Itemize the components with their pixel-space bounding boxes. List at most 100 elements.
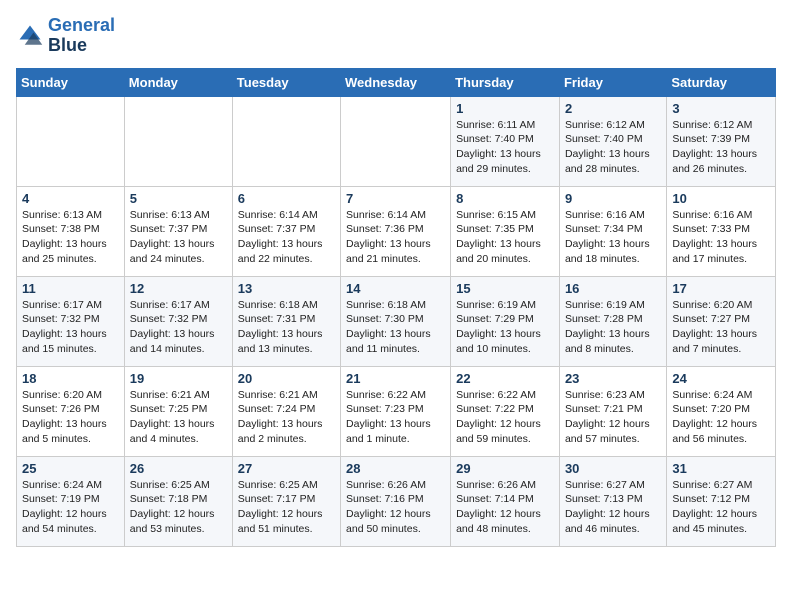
day-info: Sunrise: 6:25 AM Sunset: 7:18 PM Dayligh… bbox=[130, 478, 227, 537]
day-number: 5 bbox=[130, 191, 227, 206]
calendar-week-row: 25 Sunrise: 6:24 AM Sunset: 7:19 PM Dayli… bbox=[17, 456, 776, 546]
day-number: 26 bbox=[130, 461, 227, 476]
calendar-cell bbox=[17, 96, 125, 186]
calendar-week-row: 4 Sunrise: 6:13 AM Sunset: 7:38 PM Daylig… bbox=[17, 186, 776, 276]
day-info: Sunrise: 6:13 AM Sunset: 7:37 PM Dayligh… bbox=[130, 208, 227, 267]
day-number: 16 bbox=[565, 281, 661, 296]
day-info: Sunrise: 6:12 AM Sunset: 7:39 PM Dayligh… bbox=[672, 118, 770, 177]
weekday-header-row: SundayMondayTuesdayWednesdayThursdayFrid… bbox=[17, 68, 776, 96]
day-info: Sunrise: 6:17 AM Sunset: 7:32 PM Dayligh… bbox=[130, 298, 227, 357]
day-info: Sunrise: 6:11 AM Sunset: 7:40 PM Dayligh… bbox=[456, 118, 554, 177]
day-number: 31 bbox=[672, 461, 770, 476]
weekday-header-wednesday: Wednesday bbox=[341, 68, 451, 96]
day-number: 24 bbox=[672, 371, 770, 386]
day-number: 4 bbox=[22, 191, 119, 206]
calendar-cell: 15 Sunrise: 6:19 AM Sunset: 7:29 PM Dayli… bbox=[451, 276, 560, 366]
weekday-header-tuesday: Tuesday bbox=[232, 68, 340, 96]
calendar-cell: 13 Sunrise: 6:18 AM Sunset: 7:31 PM Dayli… bbox=[232, 276, 340, 366]
day-number: 21 bbox=[346, 371, 445, 386]
day-info: Sunrise: 6:18 AM Sunset: 7:31 PM Dayligh… bbox=[238, 298, 335, 357]
day-number: 22 bbox=[456, 371, 554, 386]
calendar-cell: 27 Sunrise: 6:25 AM Sunset: 7:17 PM Dayli… bbox=[232, 456, 340, 546]
calendar-cell: 20 Sunrise: 6:21 AM Sunset: 7:24 PM Dayli… bbox=[232, 366, 340, 456]
calendar-cell: 19 Sunrise: 6:21 AM Sunset: 7:25 PM Dayli… bbox=[124, 366, 232, 456]
day-info: Sunrise: 6:21 AM Sunset: 7:24 PM Dayligh… bbox=[238, 388, 335, 447]
day-number: 14 bbox=[346, 281, 445, 296]
calendar-table: SundayMondayTuesdayWednesdayThursdayFrid… bbox=[16, 68, 776, 547]
calendar-cell: 25 Sunrise: 6:24 AM Sunset: 7:19 PM Dayli… bbox=[17, 456, 125, 546]
day-info: Sunrise: 6:13 AM Sunset: 7:38 PM Dayligh… bbox=[22, 208, 119, 267]
day-info: Sunrise: 6:25 AM Sunset: 7:17 PM Dayligh… bbox=[238, 478, 335, 537]
day-number: 13 bbox=[238, 281, 335, 296]
day-info: Sunrise: 6:12 AM Sunset: 7:40 PM Dayligh… bbox=[565, 118, 661, 177]
calendar-cell: 16Sunrise: 6:19 AM Sunset: 7:28 PM Dayli… bbox=[559, 276, 666, 366]
calendar-cell: 28 Sunrise: 6:26 AM Sunset: 7:16 PM Dayli… bbox=[341, 456, 451, 546]
calendar-cell: 9 Sunrise: 6:16 AM Sunset: 7:34 PM Daylig… bbox=[559, 186, 666, 276]
day-info: Sunrise: 6:22 AM Sunset: 7:22 PM Dayligh… bbox=[456, 388, 554, 447]
day-info: Sunrise: 6:22 AM Sunset: 7:23 PM Dayligh… bbox=[346, 388, 445, 447]
day-number: 11 bbox=[22, 281, 119, 296]
day-number: 12 bbox=[130, 281, 227, 296]
calendar-cell: 2 Sunrise: 6:12 AM Sunset: 7:40 PM Daylig… bbox=[559, 96, 666, 186]
calendar-week-row: 1 Sunrise: 6:11 AM Sunset: 7:40 PM Daylig… bbox=[17, 96, 776, 186]
day-info: Sunrise: 6:23 AM Sunset: 7:21 PM Dayligh… bbox=[565, 388, 661, 447]
calendar-cell: 30 Sunrise: 6:27 AM Sunset: 7:13 PM Dayli… bbox=[559, 456, 666, 546]
day-info: Sunrise: 6:24 AM Sunset: 7:19 PM Dayligh… bbox=[22, 478, 119, 537]
day-info: Sunrise: 6:19 AM Sunset: 7:29 PM Dayligh… bbox=[456, 298, 554, 357]
day-number: 17 bbox=[672, 281, 770, 296]
calendar-cell: 11Sunrise: 6:17 AM Sunset: 7:32 PM Dayli… bbox=[17, 276, 125, 366]
calendar-week-row: 18Sunrise: 6:20 AM Sunset: 7:26 PM Dayli… bbox=[17, 366, 776, 456]
day-info: Sunrise: 6:26 AM Sunset: 7:16 PM Dayligh… bbox=[346, 478, 445, 537]
day-info: Sunrise: 6:16 AM Sunset: 7:33 PM Dayligh… bbox=[672, 208, 770, 267]
day-info: Sunrise: 6:20 AM Sunset: 7:27 PM Dayligh… bbox=[672, 298, 770, 357]
day-number: 1 bbox=[456, 101, 554, 116]
calendar-cell bbox=[341, 96, 451, 186]
day-number: 15 bbox=[456, 281, 554, 296]
calendar-cell: 8Sunrise: 6:15 AM Sunset: 7:35 PM Daylig… bbox=[451, 186, 560, 276]
calendar-cell: 7 Sunrise: 6:14 AM Sunset: 7:36 PM Daylig… bbox=[341, 186, 451, 276]
day-number: 3 bbox=[672, 101, 770, 116]
calendar-cell: 17 Sunrise: 6:20 AM Sunset: 7:27 PM Dayli… bbox=[667, 276, 776, 366]
day-number: 10 bbox=[672, 191, 770, 206]
calendar-cell: 1 Sunrise: 6:11 AM Sunset: 7:40 PM Daylig… bbox=[451, 96, 560, 186]
day-number: 27 bbox=[238, 461, 335, 476]
day-info: Sunrise: 6:16 AM Sunset: 7:34 PM Dayligh… bbox=[565, 208, 661, 267]
day-number: 20 bbox=[238, 371, 335, 386]
calendar-cell: 3 Sunrise: 6:12 AM Sunset: 7:39 PM Daylig… bbox=[667, 96, 776, 186]
calendar-week-row: 11 Sunrise: 6:17 AM Sunset: 7:32 PM Dayli… bbox=[17, 276, 776, 366]
calendar-cell bbox=[124, 96, 232, 186]
calendar-cell: 5 Sunrise: 6:13 AM Sunset: 7:37 PM Daylig… bbox=[124, 186, 232, 276]
calendar-cell: 10 Sunrise: 6:16 AM Sunset: 7:33 PM Dayli… bbox=[667, 186, 776, 276]
day-number: 19 bbox=[130, 371, 227, 386]
day-number: 29 bbox=[456, 461, 554, 476]
day-number: 9 bbox=[565, 191, 661, 206]
day-number: 7 bbox=[346, 191, 445, 206]
day-number: 6 bbox=[238, 191, 335, 206]
day-number: 2 bbox=[565, 101, 661, 116]
day-info: Sunrise: 6:26 AM Sunset: 7:14 PM Dayligh… bbox=[456, 478, 554, 537]
weekday-header-sunday: Sunday bbox=[17, 68, 125, 96]
day-info: Sunrise: 6:21 AM Sunset: 7:25 PM Dayligh… bbox=[130, 388, 227, 447]
calendar-cell: 12 Sunrise: 6:17 AM Sunset: 7:32 PM Dayli… bbox=[124, 276, 232, 366]
page-header: General Blue bbox=[16, 16, 776, 56]
calendar-cell: 26 Sunrise: 6:25 AM Sunset: 7:18 PM Dayli… bbox=[124, 456, 232, 546]
logo-text: General Blue bbox=[48, 16, 115, 56]
day-info: Sunrise: 6:27 AM Sunset: 7:13 PM Dayligh… bbox=[565, 478, 661, 537]
calendar-cell: 21 Sunrise: 6:22 AM Sunset: 7:23 PM Dayli… bbox=[341, 366, 451, 456]
calendar-cell: 6Sunrise: 6:14 AM Sunset: 7:37 PM Daylig… bbox=[232, 186, 340, 276]
day-number: 8 bbox=[456, 191, 554, 206]
day-info: Sunrise: 6:18 AM Sunset: 7:30 PM Dayligh… bbox=[346, 298, 445, 357]
day-number: 28 bbox=[346, 461, 445, 476]
day-number: 23 bbox=[565, 371, 661, 386]
calendar-cell: 23 Sunrise: 6:23 AM Sunset: 7:21 PM Dayli… bbox=[559, 366, 666, 456]
calendar-cell: 18Sunrise: 6:20 AM Sunset: 7:26 PM Dayli… bbox=[17, 366, 125, 456]
weekday-header-saturday: Saturday bbox=[667, 68, 776, 96]
day-info: Sunrise: 6:14 AM Sunset: 7:36 PM Dayligh… bbox=[346, 208, 445, 267]
logo-icon bbox=[16, 22, 44, 50]
weekday-header-friday: Friday bbox=[559, 68, 666, 96]
day-number: 25 bbox=[22, 461, 119, 476]
day-number: 30 bbox=[565, 461, 661, 476]
calendar-cell: 31Sunrise: 6:27 AM Sunset: 7:12 PM Dayli… bbox=[667, 456, 776, 546]
calendar-cell: 24Sunrise: 6:24 AM Sunset: 7:20 PM Dayli… bbox=[667, 366, 776, 456]
day-number: 18 bbox=[22, 371, 119, 386]
